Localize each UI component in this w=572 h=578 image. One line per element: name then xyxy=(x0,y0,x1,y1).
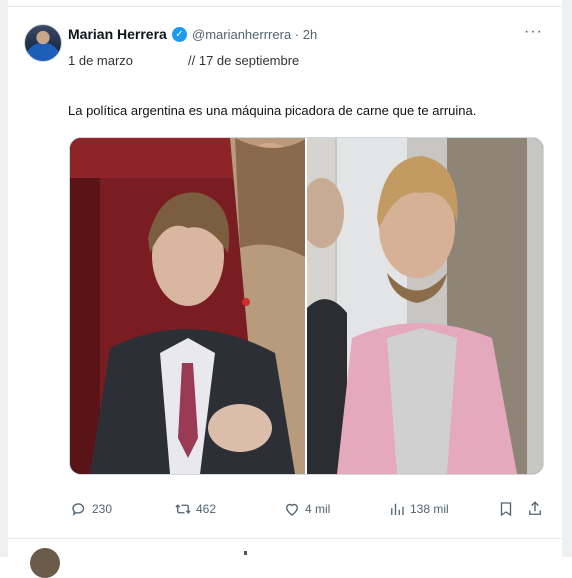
share-icon xyxy=(529,501,541,515)
like-count: 4 mil xyxy=(305,502,331,516)
photo-left xyxy=(70,138,307,474)
frame-right xyxy=(562,0,572,557)
bookmark-icon xyxy=(500,502,512,517)
tweet-text: La política argentina es una máquina pic… xyxy=(68,103,477,118)
tweet-actions: 230 462 4 mil 138 mil xyxy=(0,500,572,524)
author-handle-time[interactable]: @marianherrrera · 2h xyxy=(192,27,317,42)
share-button[interactable] xyxy=(526,500,544,518)
divider-top xyxy=(8,6,562,7)
views-icon xyxy=(391,503,404,515)
verified-badge-icon: ✓ xyxy=(172,27,187,42)
bookmark-button[interactable] xyxy=(497,500,515,518)
more-icon[interactable]: ··· xyxy=(524,23,543,41)
divider-bottom xyxy=(8,538,562,539)
frame-left xyxy=(0,0,8,557)
photo-right xyxy=(307,138,543,474)
retweet-button[interactable]: 462 xyxy=(174,500,216,518)
views-button[interactable]: 138 mil xyxy=(388,500,449,518)
like-button[interactable]: 4 mil xyxy=(283,500,330,518)
tweet-media[interactable] xyxy=(69,137,544,475)
next-tweet-fragment xyxy=(244,551,247,555)
retweet-icon xyxy=(175,504,191,514)
reply-icon xyxy=(72,503,85,516)
author-name[interactable]: Marian Herrera xyxy=(68,26,167,42)
next-tweet-avatar[interactable] xyxy=(30,548,60,578)
avatar[interactable] xyxy=(24,24,62,62)
like-icon xyxy=(286,503,298,516)
date-caption-right: // 17 de septiembre xyxy=(188,53,300,68)
reply-button[interactable]: 230 xyxy=(70,500,112,518)
reply-count: 230 xyxy=(92,502,113,516)
views-count: 138 mil xyxy=(410,502,449,516)
date-caption-left: 1 de marzo xyxy=(68,53,134,68)
retweet-count: 462 xyxy=(196,502,217,516)
